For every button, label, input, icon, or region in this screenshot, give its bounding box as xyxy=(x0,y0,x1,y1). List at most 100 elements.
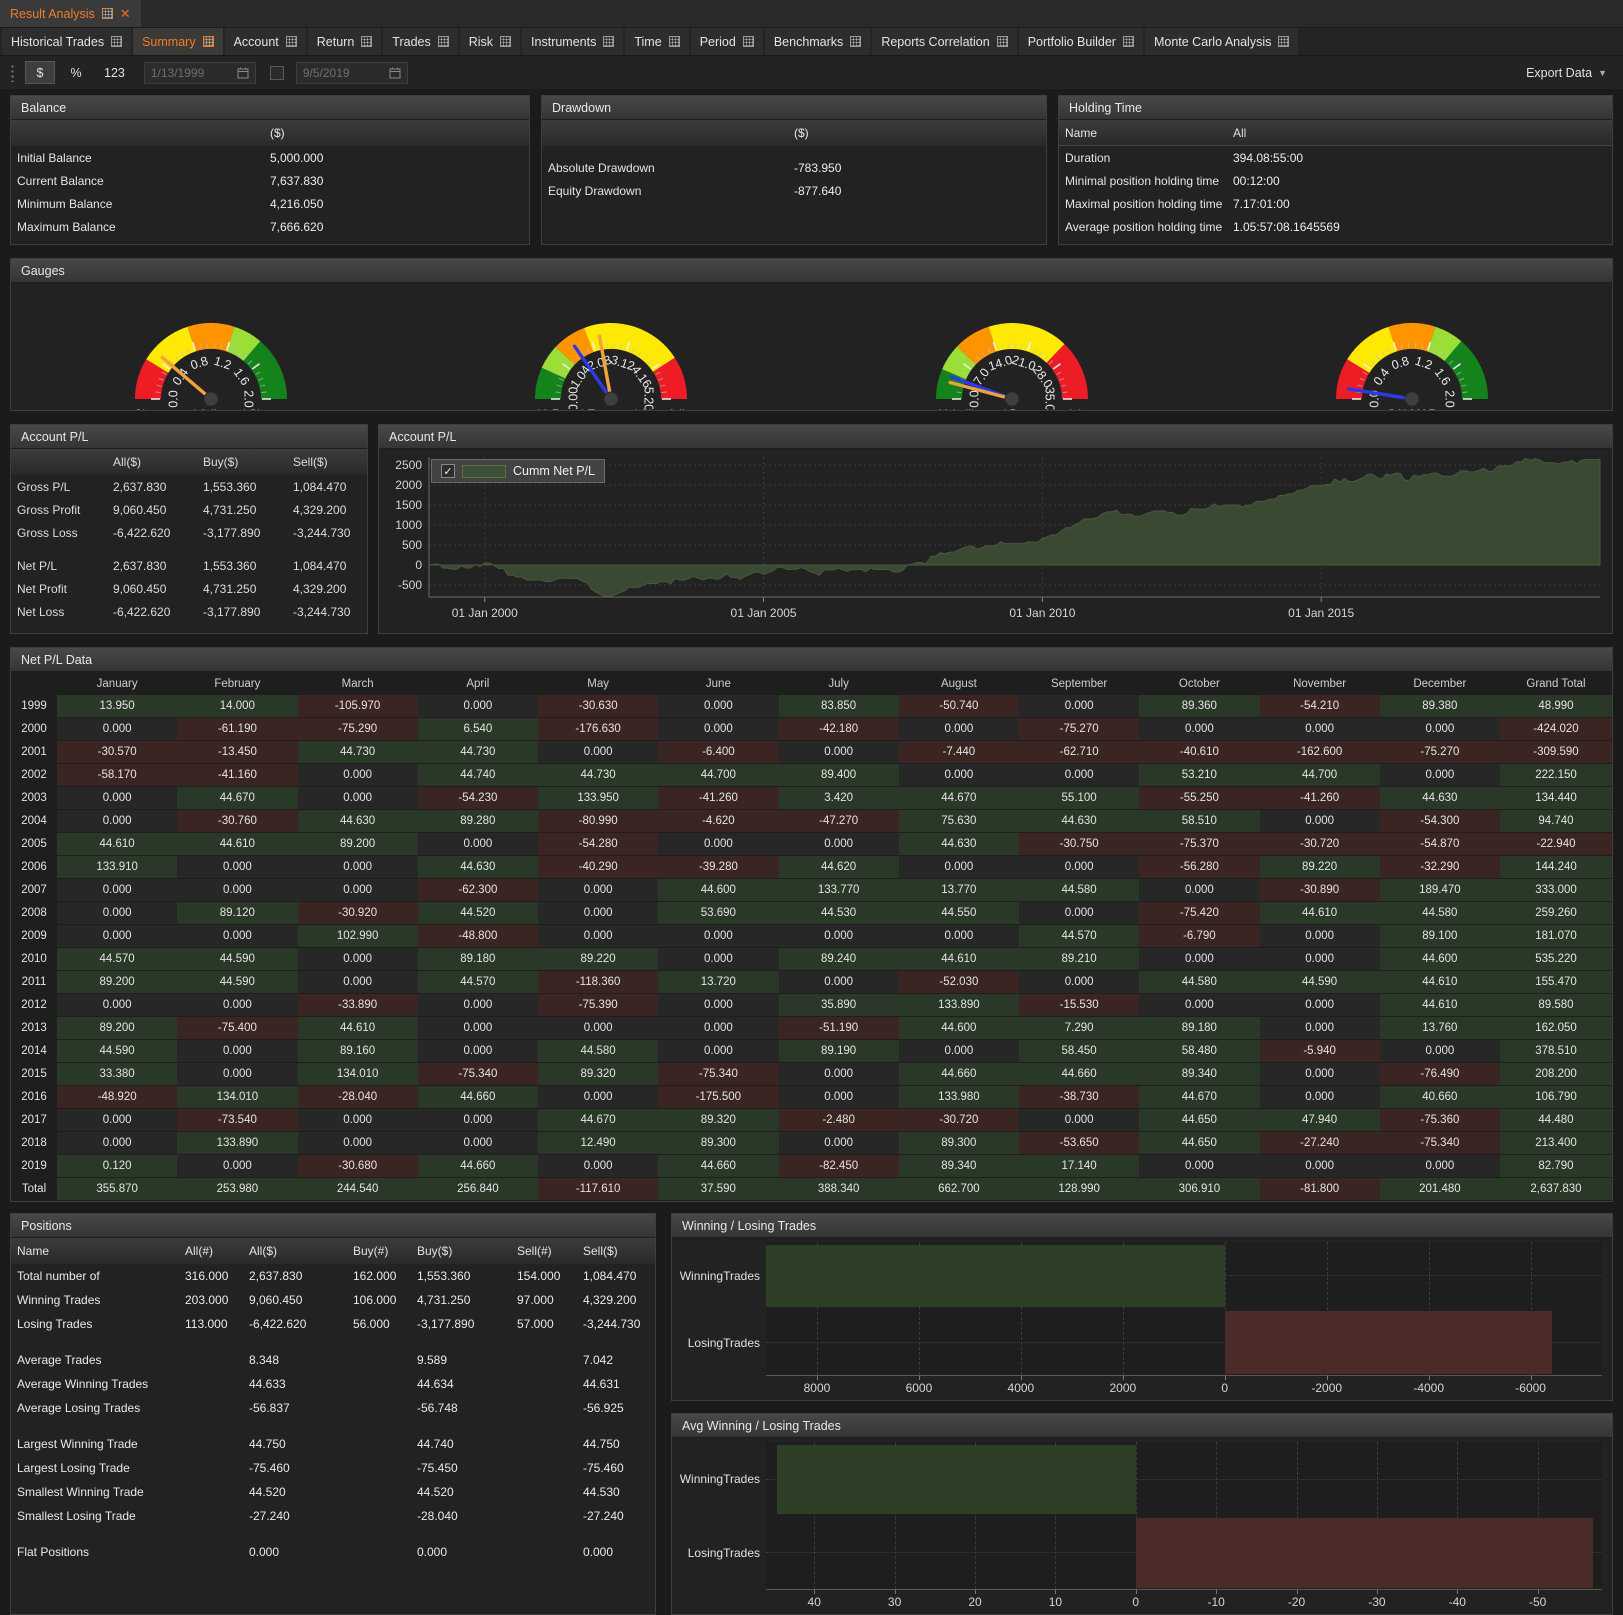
popout-icon[interactable] xyxy=(603,36,614,47)
popout-icon[interactable] xyxy=(361,36,372,47)
table-row: 20080.00089.120-30.92044.5200.00053.6904… xyxy=(11,902,1612,924)
pl-cell: 75.630 xyxy=(899,810,1019,832)
pl-cell: 0.000 xyxy=(899,1040,1019,1062)
document-title: Result Analysis xyxy=(10,7,95,21)
cell-value: 9.589 xyxy=(411,1348,511,1372)
date-from-field[interactable]: 1/13/1999 xyxy=(144,62,256,84)
popout-icon[interactable] xyxy=(850,36,861,47)
pl-cell: 44.600 xyxy=(1380,948,1500,970)
pl-cell: 58.450 xyxy=(1019,1040,1139,1062)
popout-icon[interactable] xyxy=(102,8,113,19)
document-tab-result-analysis[interactable]: Result Analysis ✕ xyxy=(0,0,141,27)
popout-icon[interactable] xyxy=(743,36,754,47)
pl-cell: 44.590 xyxy=(177,971,297,993)
pl-cell: 0.000 xyxy=(1380,1040,1500,1062)
tab-benchmarks[interactable]: Benchmarks xyxy=(765,28,870,55)
row-label: Average Trades xyxy=(11,1348,179,1372)
row-label: Average Losing Trades xyxy=(11,1396,179,1420)
pl-cell: 89.220 xyxy=(1260,856,1380,878)
table-row: Total number of316.0002,637.830162.0001,… xyxy=(11,1264,656,1288)
panel-title: Winning / Losing Trades xyxy=(672,1214,1612,1238)
date-to-field[interactable]: 9/5/2019 xyxy=(296,62,408,84)
popout-icon[interactable] xyxy=(500,36,511,47)
tab-period[interactable]: Period xyxy=(691,28,763,55)
pl-cell: 89.320 xyxy=(538,1063,658,1085)
pl-cell: 0.000 xyxy=(418,994,538,1016)
tab-historical-trades[interactable]: Historical Trades xyxy=(2,28,131,55)
pl-cell: 53.690 xyxy=(658,902,778,924)
pl-cell: 0.000 xyxy=(177,1040,297,1062)
date-to-checkbox[interactable] xyxy=(270,66,284,80)
cell-value: -3,177.890 xyxy=(203,605,293,619)
pl-cell: 0.000 xyxy=(1260,1063,1380,1085)
axis-tick-label: 30 xyxy=(888,1595,901,1609)
pl-cell: -47.270 xyxy=(779,810,899,832)
gauge-caption: Volatility and Downside risk xyxy=(939,407,1084,411)
currency-format-button[interactable]: $ xyxy=(25,61,55,84)
year-label: 2005 xyxy=(11,833,57,855)
row-label: Net Profit xyxy=(17,582,113,596)
window-tab-bar: Result Analysis ✕ xyxy=(0,0,1623,28)
pl-cell: -30.750 xyxy=(1019,833,1139,855)
popout-icon[interactable] xyxy=(286,36,297,47)
pl-cell: -73.540 xyxy=(177,1109,297,1131)
popout-icon[interactable] xyxy=(1278,36,1289,47)
percent-format-button[interactable]: % xyxy=(61,61,91,84)
popout-icon[interactable] xyxy=(438,36,449,47)
tab-account[interactable]: Account xyxy=(225,28,306,55)
column-header: Name xyxy=(11,1238,179,1264)
pl-cell: -48.800 xyxy=(418,925,538,947)
popout-icon[interactable] xyxy=(111,36,122,47)
axis-tick-label: -4000 xyxy=(1413,1381,1444,1395)
popout-icon[interactable] xyxy=(997,36,1008,47)
cell-value: 4,329.200 xyxy=(577,1288,656,1312)
cell-value xyxy=(179,1504,243,1528)
pl-cell: -52.030 xyxy=(899,971,1019,993)
legend-checkbox[interactable]: ✓ xyxy=(441,464,455,478)
pl-cell: 0.000 xyxy=(1139,948,1259,970)
row-label: Total number of xyxy=(11,1264,179,1288)
date-from-value: 1/13/1999 xyxy=(151,66,204,80)
grand-total-cell: 2,637.830 xyxy=(1500,1178,1612,1200)
axis-tick xyxy=(919,1376,920,1380)
number-format-button[interactable]: 123 xyxy=(97,61,132,84)
export-data-button[interactable]: Export Data ▼ xyxy=(1526,66,1613,80)
tab-portfolio-builder[interactable]: Portfolio Builder xyxy=(1019,28,1143,55)
popout-icon[interactable] xyxy=(1123,36,1134,47)
row-value: 4,216.050 xyxy=(270,197,323,211)
pl-cell: 128.990 xyxy=(1019,1178,1139,1200)
cell-value xyxy=(347,1396,411,1420)
month-column-header: February xyxy=(177,673,297,694)
group-gap xyxy=(11,1528,656,1540)
cell-value xyxy=(511,1396,577,1420)
table-row: 2001-30.570-13.45044.73044.7300.000-6.40… xyxy=(11,741,1612,763)
pl-cell: -54.300 xyxy=(1380,810,1500,832)
tab-summary[interactable]: Summary xyxy=(133,28,222,55)
cell-value: 1,553.360 xyxy=(203,480,293,494)
pl-cell: 0.000 xyxy=(658,925,778,947)
cell-value: -56.748 xyxy=(411,1396,511,1420)
tab-trades[interactable]: Trades xyxy=(383,28,457,55)
close-icon[interactable]: ✕ xyxy=(120,6,131,22)
svg-text:1000: 1000 xyxy=(395,518,422,532)
positive-bar xyxy=(777,1445,1136,1514)
popout-icon[interactable] xyxy=(669,36,680,47)
tab-instruments[interactable]: Instruments xyxy=(522,28,623,55)
pl-cell: -75.340 xyxy=(418,1063,538,1085)
cell-value: 44.750 xyxy=(243,1432,347,1456)
tab-risk[interactable]: Risk xyxy=(460,28,520,55)
tab-reports-correlation[interactable]: Reports Correlation xyxy=(872,28,1016,55)
tab-monte-carlo-analysis[interactable]: Monte Carlo Analysis xyxy=(1145,28,1298,55)
tab-time[interactable]: Time xyxy=(625,28,688,55)
pl-cell: -50.740 xyxy=(899,695,1019,717)
pl-cell: 89.210 xyxy=(1019,948,1139,970)
table-row: Maximum Balance7,666.620 xyxy=(11,215,529,238)
pl-cell: 44.590 xyxy=(57,1040,177,1062)
tab-return[interactable]: Return xyxy=(308,28,382,55)
cell-value: 0.000 xyxy=(577,1540,656,1564)
year-label: 2003 xyxy=(11,787,57,809)
cell-value: 1,084.470 xyxy=(293,480,361,494)
toolbar-grip-icon[interactable] xyxy=(10,64,15,82)
cell-value: 2,637.830 xyxy=(113,559,203,573)
popout-icon[interactable] xyxy=(203,36,214,47)
